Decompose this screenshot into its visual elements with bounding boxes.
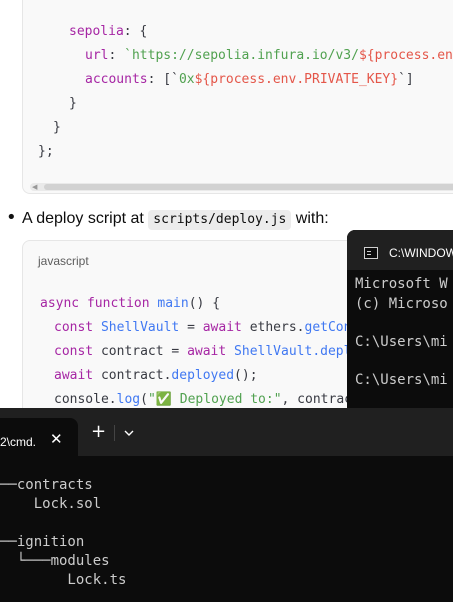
cmd-window-titlebar[interactable]: C:\WINDOW — [347, 230, 453, 270]
horizontal-scrollbar[interactable]: ◀ — [30, 183, 453, 191]
tree-line: Lock.sol — [0, 496, 102, 512]
code-line: } — [69, 96, 77, 111]
bullet-text: A deploy script at scripts/deploy.js wit… — [22, 208, 329, 230]
code-line: async function main() { — [40, 296, 221, 311]
cmd-output-line: Microsoft W — [355, 276, 448, 292]
cmd-prompt-line: C:\Users\mi — [355, 372, 448, 388]
cmd-output-line: (c) Microso — [355, 296, 448, 312]
code-line: }; — [38, 144, 54, 159]
code-line: await contract.deployed(); — [54, 368, 258, 383]
code-line: } — [53, 120, 61, 135]
bullet-dot: • — [6, 207, 17, 228]
code-line: accounts: [`0x${process.env.PRIVATE_KEY}… — [85, 72, 414, 87]
tree-line: ──contracts — [0, 477, 93, 493]
chevron-down-icon[interactable] — [121, 425, 137, 439]
scrollbar-thumb[interactable] — [44, 184, 453, 190]
inline-code: scripts/deploy.js — [148, 210, 292, 230]
new-tab-button[interactable]: + — [91, 422, 106, 442]
tree-line: Lock.ts — [0, 572, 127, 588]
cmd-prompt-icon — [364, 247, 378, 259]
cmd-window-small[interactable]: C:\WINDOW Microsoft W (c) Microso C:\Use… — [347, 230, 453, 415]
code-line: url: `https://sepolia.infura.io/v3/${pro… — [85, 48, 453, 63]
scroll-left-arrow-icon[interactable]: ◀ — [32, 183, 37, 191]
terminal-tab-title: 2\cmd. — [0, 435, 37, 449]
cmd-window-title: C:\WINDOW — [389, 246, 453, 260]
code-language-label: javascript — [38, 254, 89, 268]
tab-divider — [114, 425, 115, 441]
terminal-tab-bar: 2\cmd. ✕ + — [0, 408, 453, 456]
cmd-prompt-line: C:\Users\mi — [355, 334, 448, 350]
code-line: sepolia: { — [69, 24, 148, 39]
close-icon[interactable]: ✕ — [50, 430, 63, 448]
tree-line: └───modules — [0, 553, 110, 569]
terminal-window[interactable]: 2\cmd. ✕ + ──contracts Lock.sol ──igniti… — [0, 408, 453, 602]
code-line: const ShellVault = await ethers.getCon — [54, 320, 352, 335]
terminal-tab[interactable]: 2\cmd. ✕ — [0, 418, 78, 456]
tree-line: ──ignition — [0, 534, 85, 550]
code-line: const contract = await ShellVault.depl — [54, 344, 352, 359]
